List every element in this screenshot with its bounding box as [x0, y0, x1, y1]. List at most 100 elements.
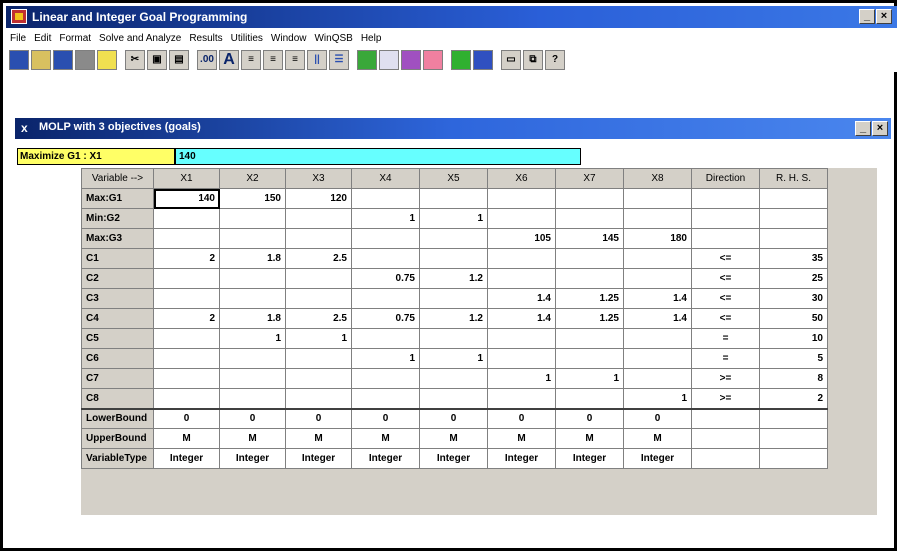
grid-cell[interactable] — [153, 328, 220, 349]
grid-cell[interactable] — [555, 348, 624, 369]
row-header[interactable]: C4 — [81, 308, 154, 329]
column-header[interactable]: Variable --> — [81, 168, 154, 189]
grid-cell[interactable]: 2.5 — [285, 248, 352, 269]
grid-cell[interactable] — [487, 268, 556, 289]
grid-cell[interactable] — [153, 208, 220, 229]
row-header[interactable]: C1 — [81, 248, 154, 269]
grid-cell[interactable]: 1 — [487, 368, 556, 389]
grid-cell[interactable]: 1 — [623, 388, 692, 410]
grid-cell[interactable] — [219, 288, 286, 309]
grid-cell[interactable]: 35 — [759, 248, 828, 269]
grid-cell[interactable] — [351, 328, 420, 349]
direction-cell[interactable]: <= — [691, 308, 760, 329]
child-window-title-bar[interactable]: x MOLP with 3 objectives (goals) _ × — [15, 118, 891, 139]
menu-window[interactable]: Window — [271, 33, 307, 44]
grid-cell[interactable]: 140 — [153, 188, 220, 209]
grid-cell[interactable] — [285, 368, 352, 389]
grid-cell[interactable]: Integer — [555, 448, 624, 469]
grid-cell[interactable] — [419, 368, 488, 389]
grid-cell[interactable] — [759, 228, 828, 249]
grid-cell[interactable]: 25 — [759, 268, 828, 289]
grid-cell[interactable]: M — [623, 428, 692, 449]
grid-cell[interactable]: M — [419, 428, 488, 449]
grid-cell[interactable] — [487, 328, 556, 349]
number-format-icon[interactable]: .00 — [197, 50, 217, 70]
minimize-button[interactable]: _ — [859, 9, 875, 24]
child-window-icon[interactable]: x — [21, 121, 35, 135]
grid-cell[interactable]: 0 — [555, 408, 624, 429]
align-left-icon[interactable]: ≡ — [241, 50, 261, 70]
direction-cell[interactable]: = — [691, 348, 760, 369]
grid-cell[interactable] — [285, 228, 352, 249]
grid-cell[interactable] — [153, 288, 220, 309]
grid-cell[interactable]: 0 — [487, 408, 556, 429]
row-header[interactable]: VariableType — [81, 448, 154, 469]
grid-cell[interactable] — [623, 268, 692, 289]
grid-cell[interactable]: M — [351, 428, 420, 449]
grid-cell[interactable]: 1 — [351, 348, 420, 369]
grid-cell[interactable] — [351, 248, 420, 269]
menu-results[interactable]: Results — [189, 33, 222, 44]
grid-cell[interactable] — [555, 328, 624, 349]
menu-solve-and-analyze[interactable]: Solve and Analyze — [99, 33, 181, 44]
grid-cell[interactable] — [153, 268, 220, 289]
grid-cell[interactable] — [487, 208, 556, 229]
window-icon[interactable]: ▭ — [501, 50, 521, 70]
grid-cell[interactable]: 105 — [487, 228, 556, 249]
grid-cell[interactable] — [487, 248, 556, 269]
table-icon[interactable] — [473, 50, 493, 70]
grid-cell[interactable]: 0 — [351, 408, 420, 429]
grid-cell[interactable]: 1.4 — [487, 308, 556, 329]
column-header[interactable]: X4 — [351, 168, 420, 189]
direction-cell[interactable] — [691, 428, 760, 449]
grid-cell[interactable]: 10 — [759, 328, 828, 349]
column-header[interactable]: Direction — [691, 168, 760, 189]
grid-cell[interactable] — [285, 268, 352, 289]
grid-cell[interactable]: 1 — [285, 328, 352, 349]
cell-value-input[interactable]: 140 — [175, 148, 581, 165]
solve-icon[interactable] — [357, 50, 377, 70]
grid-cell[interactable] — [285, 348, 352, 369]
row-height-icon[interactable]: ☰ — [329, 50, 349, 70]
row-header[interactable]: C6 — [81, 348, 154, 369]
grid-cell[interactable]: 5 — [759, 348, 828, 369]
help-icon[interactable]: ? — [545, 50, 565, 70]
grid-cell[interactable] — [219, 228, 286, 249]
menu-edit[interactable]: Edit — [34, 33, 51, 44]
grid-cell[interactable]: Integer — [285, 448, 352, 469]
column-header[interactable]: X7 — [555, 168, 624, 189]
column-header[interactable]: X6 — [487, 168, 556, 189]
row-header[interactable]: C2 — [81, 268, 154, 289]
grid-cell[interactable] — [759, 428, 828, 449]
grid-cell[interactable]: 1.8 — [219, 308, 286, 329]
column-header[interactable]: X5 — [419, 168, 488, 189]
grid-cell[interactable]: 0 — [219, 408, 286, 429]
direction-cell[interactable] — [691, 228, 760, 249]
direction-cell[interactable]: >= — [691, 388, 760, 410]
new-icon[interactable] — [9, 50, 29, 70]
menu-winqsb[interactable]: WinQSB — [314, 33, 352, 44]
text-format-icon[interactable]: A — [219, 50, 239, 70]
grid-cell[interactable] — [759, 408, 828, 429]
grid-cell[interactable] — [623, 328, 692, 349]
app-icon[interactable] — [11, 9, 27, 24]
row-header[interactable]: UpperBound — [81, 428, 154, 449]
grid-cell[interactable]: 1 — [219, 328, 286, 349]
grid-cell[interactable]: 2.5 — [285, 308, 352, 329]
font-icon[interactable] — [97, 50, 117, 70]
grid-cell[interactable]: Integer — [419, 448, 488, 469]
grid-cell[interactable]: 2 — [153, 308, 220, 329]
direction-cell[interactable]: = — [691, 328, 760, 349]
grid-cell[interactable] — [153, 388, 220, 410]
grid-cell[interactable]: 150 — [219, 188, 286, 209]
grid-cell[interactable] — [419, 328, 488, 349]
open-icon[interactable] — [31, 50, 51, 70]
grid-cell[interactable]: Integer — [351, 448, 420, 469]
grid-cell[interactable]: 180 — [623, 228, 692, 249]
close-button[interactable]: × — [876, 9, 892, 24]
grid-cell[interactable] — [759, 448, 828, 469]
grid-cell[interactable] — [623, 368, 692, 389]
cut-icon[interactable]: ✂ — [125, 50, 145, 70]
align-right-icon[interactable]: ≡ — [285, 50, 305, 70]
direction-cell[interactable]: >= — [691, 368, 760, 389]
